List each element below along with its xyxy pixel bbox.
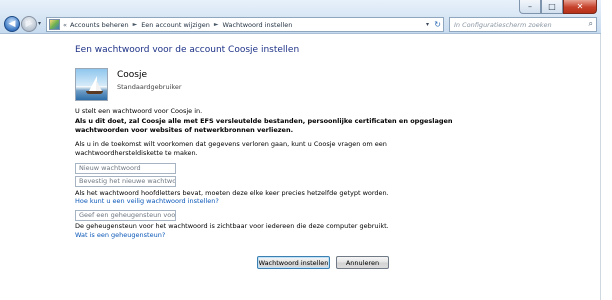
close-button[interactable]: ✕ — [563, 0, 597, 14]
secure-password-help-link[interactable]: Hoe kunt u een veilig wachtwoord instell… — [75, 197, 219, 205]
address-dropdown-icon[interactable]: ▾ — [426, 21, 429, 28]
tip-text-line2: wachtwoordhersteldiskette te maken. — [75, 149, 198, 157]
address-bar[interactable]: « Accounts beheren ► Een account wijzige… — [46, 17, 444, 32]
forward-arrow-icon: ▶ — [25, 18, 33, 29]
main-content: Een wachtwoord voor de account Coosje in… — [0, 35, 600, 300]
breadcrumb-account-wijzigen[interactable]: Een account wijzigen — [141, 21, 210, 29]
control-panel-window: – □ ✕ ◀ ▶ ▾ « Accounts beheren ► Een acc… — [0, 0, 601, 300]
confirm-password-field[interactable]: Bevestig het nieuwe wachtwoord — [75, 176, 176, 187]
warning-text-line2: wachtwoorden voor websites of netwerkbro… — [75, 126, 294, 134]
back-arrow-icon: ◀ — [8, 18, 16, 29]
page-title: Een wachtwoord voor de account Coosje in… — [75, 45, 300, 55]
window-chrome: – □ ✕ ◀ ▶ ▾ « Accounts beheren ► Een acc… — [0, 0, 601, 34]
breadcrumb-separator-icon[interactable]: ► — [133, 21, 138, 28]
breadcrumb-overflow[interactable]: « — [63, 21, 67, 29]
minimize-button[interactable]: – — [519, 0, 541, 14]
new-password-field[interactable]: Nieuw wachtwoord — [75, 163, 176, 174]
search-input[interactable]: In Configuratiescherm zoeken — [454, 21, 552, 29]
recent-pages-dropdown[interactable]: ▾ — [38, 20, 41, 27]
user-name: Coosje — [117, 70, 148, 80]
hint-visibility-note: De geheugensteun voor het wachtwoord is … — [75, 222, 389, 230]
search-icon[interactable]: ⌕ — [589, 19, 593, 29]
set-password-button[interactable]: Wachtwoord instellen — [257, 256, 330, 269]
back-button[interactable]: ◀ — [4, 16, 20, 32]
warning-text-line1: Als u dit doet, zal Coosje alle met EFS … — [75, 117, 453, 125]
control-panel-icon — [49, 19, 60, 30]
window-controls: – □ ✕ — [519, 0, 597, 14]
breadcrumb-wachtwoord-instellen[interactable]: Wachtwoord instellen — [222, 21, 292, 29]
cancel-button[interactable]: Annuleren — [336, 256, 389, 269]
breadcrumb-accounts-beheren[interactable]: Accounts beheren — [70, 21, 129, 29]
search-box[interactable]: In Configuratiescherm zoeken ⌕ — [449, 17, 597, 32]
sailboat-hull — [86, 91, 103, 94]
user-role: Standaardgebruiker — [117, 83, 182, 91]
sailboat-jib — [96, 80, 102, 91]
forward-button[interactable]: ▶ — [21, 16, 37, 32]
maximize-button[interactable]: □ — [541, 0, 563, 14]
breadcrumb-separator-icon[interactable]: ► — [214, 21, 219, 28]
password-hint-field[interactable]: Geef een geheugensteun voor het — [75, 210, 176, 221]
tip-text-line1: Als u in de toekomst wilt voorkomen dat … — [75, 140, 387, 148]
user-avatar — [75, 68, 108, 101]
hint-help-link[interactable]: Wat is een geheugensteun? — [75, 231, 165, 239]
intro-text: U stelt een wachtwoord voor Coosje in. — [75, 107, 203, 115]
refresh-icon[interactable]: ↻ — [434, 20, 441, 29]
